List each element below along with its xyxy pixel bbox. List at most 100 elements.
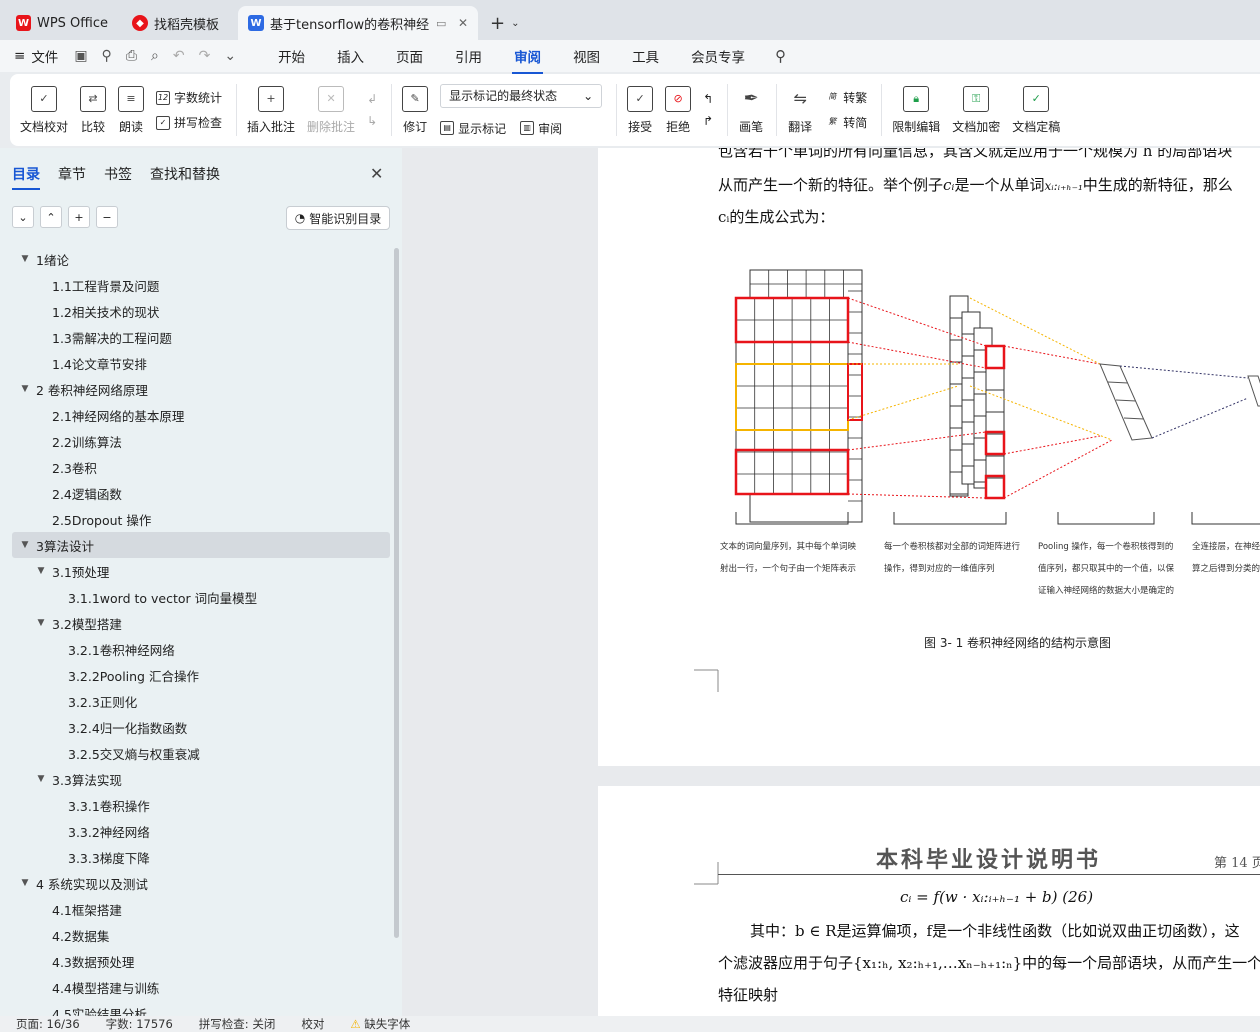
close-tab-icon[interactable]: ✕ [458,16,468,30]
expand-arrow-icon[interactable]: ▼ [34,566,48,576]
toc-item[interactable]: 4.2数据集 [12,922,390,948]
add-heading-icon[interactable]: + [68,206,90,228]
expand-arrow-icon[interactable]: ▼ [18,384,32,394]
menu-home[interactable]: 开始 [276,42,307,70]
document-canvas[interactable]: 包含若干个单词的所有向量信息，其含义就是应用于一个规模为 h 的局部语块 从而产… [402,148,1260,1016]
compare-button[interactable]: ⇄ 比较 [80,85,107,135]
toc-item[interactable]: 3.2.4归一化指数函数 [12,714,390,740]
toc-item[interactable]: 4.4模型搭建与训练 [12,974,390,1000]
toc-item[interactable]: 2.5Dropout 操作 [12,506,390,532]
toc-item[interactable]: 1.3需解决的工程问题 [12,324,390,350]
menu-reference[interactable]: 引用 [453,42,484,70]
expand-arrow-icon[interactable]: ▼ [18,254,32,264]
menu-view[interactable]: 视图 [571,42,602,70]
toc-item[interactable]: 2.3卷积 [12,454,390,480]
toc-item[interactable]: 3.2.5交叉熵与权重衰减 [12,740,390,766]
word-count-indicator[interactable]: 字数: 17576 [106,1016,173,1032]
tab-bookmarks[interactable]: 书签 [104,164,132,184]
reject-button[interactable]: ⊘ 拒绝 [665,85,692,135]
toc-item[interactable]: 1.2相关技术的现状 [12,298,390,324]
proofread-indicator[interactable]: 校对 [301,1016,324,1032]
revise-button[interactable]: ✎ 修订 [402,85,429,135]
toc-item[interactable]: 2.1神经网络的基本原理 [12,402,390,428]
delete-comment-button[interactable]: ✕ 删除批注 [307,85,355,135]
tab-find-replace[interactable]: 查找和替换 [150,164,220,184]
next-comment-icon[interactable]: ↳ [367,114,377,128]
toc-item[interactable]: ▼ 3算法设计 [12,532,390,558]
chevron-down-icon[interactable]: ⌄ [224,48,236,64]
show-markup-button[interactable]: ▤ 显示标记 [440,120,506,137]
menu-member[interactable]: 会员专享 [689,42,747,70]
pen-button[interactable]: ✒ 画笔 [738,86,764,135]
accept-button[interactable]: ✓ 接受 [627,85,654,135]
spell-check-button[interactable]: ✓ 拼写检查 [156,114,222,131]
menu-review[interactable]: 审阅 [512,42,544,74]
encrypt-button[interactable]: ⚿ 文档加密 [952,85,1000,135]
markup-state-dropdown[interactable]: 显示标记的最终状态 ⌄ [440,83,603,108]
expand-icon[interactable]: ⌄ [12,206,34,228]
page-indicator[interactable]: 页面: 16/36 [16,1016,80,1032]
tab-document[interactable]: W 基于tensorflow的卷积神经网 ▭ ✕ [238,6,478,40]
document-page[interactable]: 本科毕业设计说明书 第 14 页 cᵢ = f(w · xᵢ:ᵢ₊ₕ₋₁ + b… [598,786,1260,1016]
toc-scrollbar[interactable] [394,248,399,938]
toc-item[interactable]: ▼ 3.1预处理 [12,558,390,584]
expand-arrow-icon[interactable]: ▼ [34,774,48,784]
next-change-icon[interactable]: ↱ [703,114,713,128]
tab-wps-office[interactable]: W WPS Office [6,6,118,40]
expand-arrow-icon[interactable]: ▼ [18,540,32,550]
toc-item[interactable]: 1.4论文章节安排 [12,350,390,376]
redo-icon[interactable]: ↷ [199,48,211,64]
new-tab-button[interactable]: + ⌄ [482,6,527,40]
remove-heading-icon[interactable]: − [96,206,118,228]
close-icon[interactable]: ✕ [370,164,383,183]
restrict-edit-button[interactable]: 🔒︎ 限制编辑 [892,85,940,135]
undo-icon[interactable]: ↶ [173,48,185,64]
toc-item[interactable]: 3.1.1word to vector 词向量模型 [12,584,390,610]
finalize-button[interactable]: ✓ 文档定稿 [1012,85,1060,135]
toc-item[interactable]: 3.3.1卷积操作 [12,792,390,818]
to-traditional-button[interactable]: 简转繁 [825,89,867,106]
translate-button[interactable]: ⇋ 翻译 [787,86,813,135]
doc-check-button[interactable]: ✓ 文档校对 [20,85,68,135]
toc-item[interactable]: 3.2.2Pooling 汇合操作 [12,662,390,688]
read-aloud-button[interactable]: ≡ 朗读 [118,85,145,135]
toc-item[interactable]: 3.2.1卷积神经网络 [12,636,390,662]
toc-item[interactable]: 4.3数据预处理 [12,948,390,974]
toc-item[interactable]: 1.1工程背景及问题 [12,272,390,298]
smart-toc-button[interactable]: ◔ 智能识别目录 [286,206,390,230]
previous-change-icon[interactable]: ↰ [703,92,713,106]
missing-font-indicator[interactable]: ⚠ 缺失字体 [350,1016,410,1032]
print-preview-icon[interactable]: ⌕ [151,48,159,64]
tab-toc[interactable]: 目录 [12,164,40,190]
expand-arrow-icon[interactable]: ▼ [34,618,48,628]
toc-item[interactable]: ▼ 1绪论 [12,246,390,272]
toc-item[interactable]: ▼ 3.2模型搭建 [12,610,390,636]
share-icon[interactable]: ⚲ [102,48,112,64]
file-menu[interactable]: ≡ 文件 [14,46,58,66]
previous-comment-icon[interactable]: ↲ [367,92,377,106]
toc-item[interactable]: 2.4逻辑函数 [12,480,390,506]
save-icon[interactable]: ▣ [74,48,87,64]
to-simplified-button[interactable]: 繁转简 [825,114,867,131]
toc-item[interactable]: ▼ 2 卷积神经网络原理 [12,376,390,402]
spell-check-indicator[interactable]: 拼写检查: 关闭 [199,1016,276,1032]
search-icon[interactable]: ⚲ [775,47,786,65]
word-count-button[interactable]: 12 字数统计 [156,89,222,106]
toc-item[interactable]: 3.2.3正则化 [12,688,390,714]
insert-comment-button[interactable]: + 插入批注 [247,85,295,135]
menu-page[interactable]: 页面 [394,42,425,70]
toc-item[interactable]: 3.3.2神经网络 [12,818,390,844]
review-pane-button[interactable]: ▥ 审阅 [520,120,562,137]
expand-arrow-icon[interactable]: ▼ [18,878,32,888]
toc-item[interactable]: ▼ 3.3算法实现 [12,766,390,792]
menu-insert[interactable]: 插入 [335,42,366,70]
document-page[interactable]: 包含若干个单词的所有向量信息，其含义就是应用于一个规模为 h 的局部语块 从而产… [598,148,1260,766]
tab-chapters[interactable]: 章节 [58,164,86,184]
toc-item[interactable]: 3.3.3梯度下降 [12,844,390,870]
toc-item[interactable]: ▼ 4 系统实现以及测试 [12,870,390,896]
tab-docer-templates[interactable]: ◆ 找稻壳模板 [122,6,234,40]
toc-item[interactable]: 2.2训练算法 [12,428,390,454]
print-icon[interactable]: ⎙ [126,48,137,64]
toc-item[interactable]: 4.1框架搭建 [12,896,390,922]
menu-tools[interactable]: 工具 [630,42,661,70]
